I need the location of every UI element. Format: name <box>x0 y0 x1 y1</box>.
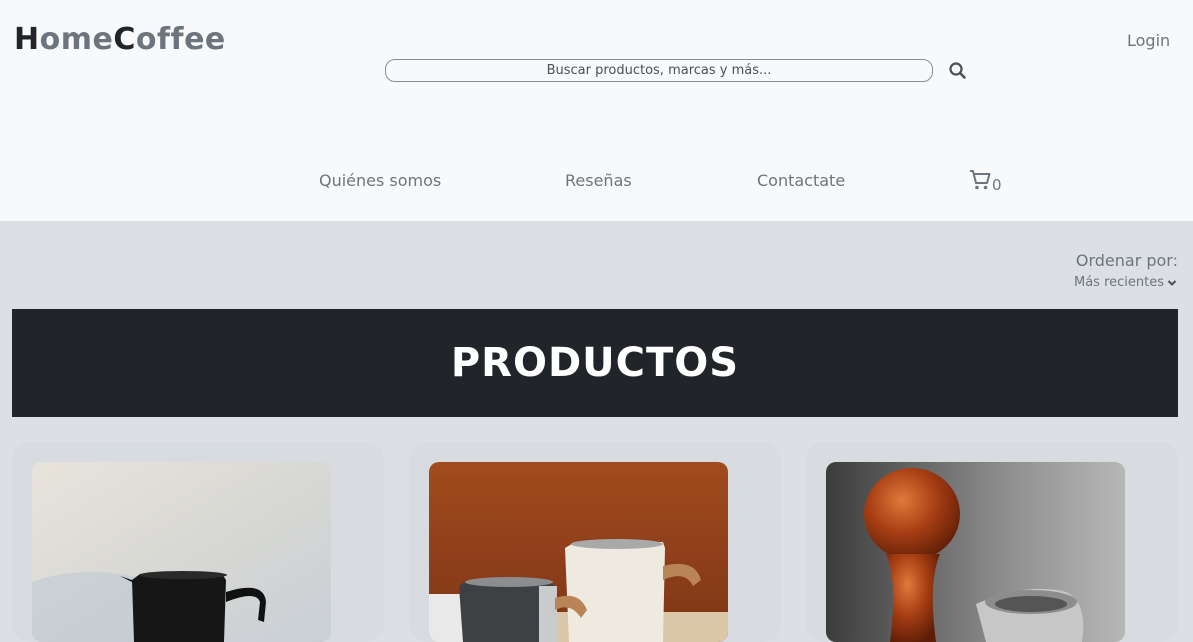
banner-title: PRODUCTOS <box>450 340 740 386</box>
product-image[interactable] <box>429 462 728 642</box>
products-banner: PRODUCTOS <box>12 309 1178 417</box>
sort-label: Ordenar por: <box>1075 251 1178 270</box>
cart-icon <box>970 170 991 190</box>
cart-button[interactable]: 0 <box>968 168 1002 194</box>
logo-letter-c: C <box>113 22 136 57</box>
logo-letter-h: H <box>14 22 40 57</box>
nav-resenas[interactable]: Reseñas <box>565 171 632 190</box>
product-card[interactable] <box>409 442 781 642</box>
logo[interactable]: HomeCoffee <box>14 22 226 57</box>
nav-quienes-somos[interactable]: Quiénes somos <box>319 171 441 190</box>
product-card[interactable] <box>12 442 384 642</box>
cart-count: 0 <box>992 176 1002 194</box>
search-input[interactable] <box>385 59 933 82</box>
search-button[interactable] <box>947 60 969 82</box>
logo-text-ome: ome <box>39 22 114 57</box>
product-image[interactable] <box>32 462 331 642</box>
login-link[interactable]: Login <box>1127 31 1170 50</box>
sort-select[interactable]: Más recientes <box>1074 275 1177 290</box>
nav-contactate[interactable]: Contactate <box>757 171 845 190</box>
product-card[interactable] <box>806 442 1178 642</box>
sort-selected-value: Más recientes <box>1073 275 1164 290</box>
chevron-down-icon <box>1167 279 1177 286</box>
logo-text-offee: offee <box>135 22 226 57</box>
product-image[interactable] <box>826 462 1125 642</box>
search-icon <box>949 62 966 79</box>
site-header: HomeCoffee Login Quiénes somos Reseñas C… <box>0 0 1193 221</box>
